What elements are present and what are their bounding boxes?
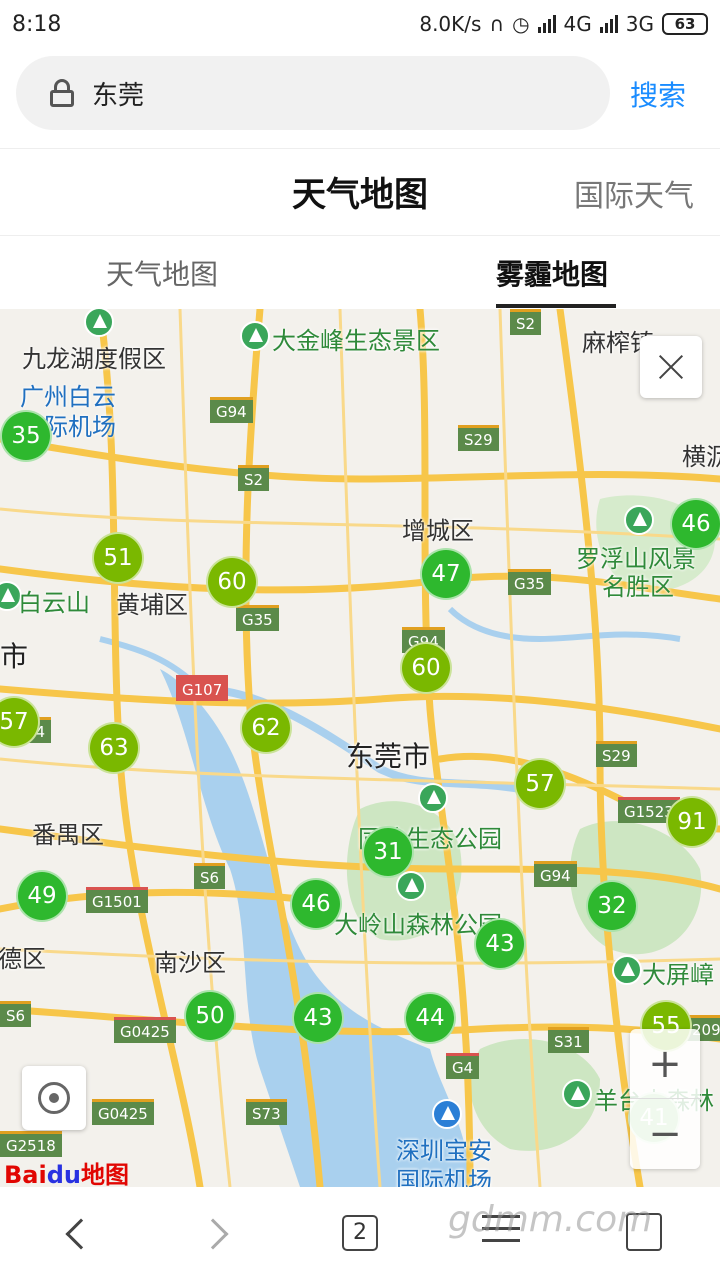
road-shield: G2518 bbox=[0, 1131, 62, 1157]
title-bar: 天气地图 国际天气 bbox=[0, 148, 720, 236]
aqi-marker[interactable]: 91 bbox=[666, 796, 718, 848]
signal-icon-2 bbox=[599, 15, 618, 33]
locate-icon[interactable] bbox=[22, 1066, 86, 1130]
tab-bar: 天气地图 雾霾地图 bbox=[0, 237, 720, 309]
place-label: 国际机场 bbox=[396, 1167, 492, 1187]
aqi-marker[interactable]: 51 bbox=[92, 532, 144, 584]
aqi-marker[interactable]: 46 bbox=[290, 878, 342, 930]
road-shield: G107 bbox=[176, 675, 229, 701]
place-label: 大金峰生态景区 bbox=[272, 327, 440, 355]
road-shield: G4 bbox=[446, 1053, 480, 1079]
place-label: 大屏嶂 bbox=[642, 961, 714, 989]
aqi-marker[interactable]: 50 bbox=[184, 990, 236, 1042]
tabs-button[interactable]: 2 bbox=[342, 1215, 378, 1251]
aqi-marker[interactable]: 31 bbox=[362, 826, 414, 878]
road-shield: G35 bbox=[508, 569, 551, 595]
battery-icon: 63 bbox=[662, 13, 708, 35]
road-shield: G94 bbox=[210, 397, 253, 423]
aqi-marker[interactable]: 60 bbox=[400, 642, 452, 694]
place-label: 黄埔区 bbox=[116, 591, 188, 619]
status-icons: 8.0K/s ∩ ◷ 4G 3G 63 bbox=[419, 12, 708, 36]
watermark: gdmm.com bbox=[448, 1199, 653, 1240]
aqi-marker[interactable]: 43 bbox=[474, 918, 526, 970]
place-label: 名胜区 bbox=[602, 573, 674, 601]
search-button[interactable]: 搜索 bbox=[630, 74, 686, 114]
road-shield: G1501 bbox=[86, 887, 148, 913]
zoom-control: + − bbox=[630, 1029, 700, 1169]
park-icon bbox=[624, 505, 654, 535]
park-icon bbox=[612, 955, 642, 985]
road-shield: G0425 bbox=[114, 1017, 176, 1043]
search-input[interactable]: 东莞 bbox=[92, 75, 144, 112]
network-type-2: 3G bbox=[625, 12, 654, 36]
place-label: 市 bbox=[0, 640, 29, 673]
place-label: 东莞市 bbox=[346, 740, 431, 773]
aqi-marker[interactable]: 46 bbox=[670, 498, 720, 550]
aqi-marker[interactable]: 32 bbox=[586, 880, 638, 932]
park-icon bbox=[396, 871, 426, 901]
place-label: 南沙区 bbox=[154, 949, 226, 977]
road-shield: G35 bbox=[236, 605, 279, 631]
aqi-marker[interactable]: 35 bbox=[0, 410, 52, 462]
park-icon bbox=[562, 1079, 592, 1109]
road-shield: S6 bbox=[0, 1001, 32, 1027]
road-shield: S6 bbox=[194, 863, 226, 889]
aqi-marker[interactable]: 47 bbox=[420, 548, 472, 600]
aqi-marker[interactable]: 43 bbox=[292, 992, 344, 1044]
place-label: 番禺区 bbox=[32, 821, 104, 849]
aqi-marker[interactable]: 57 bbox=[514, 758, 566, 810]
park-icon bbox=[240, 321, 270, 351]
status-time: 8:18 bbox=[12, 11, 62, 37]
tab-weather-map[interactable]: 天气地图 bbox=[106, 253, 218, 293]
road-shield: S29 bbox=[596, 741, 637, 767]
baidu-map-logo: Baidu地图 bbox=[4, 1161, 129, 1187]
place-label: 白云山 bbox=[18, 589, 90, 617]
aqi-marker[interactable]: 60 bbox=[206, 556, 258, 608]
aqi-marker[interactable]: 62 bbox=[240, 702, 292, 754]
alarm-icon: ◷ bbox=[512, 12, 530, 36]
road-shield: G94 bbox=[534, 861, 577, 887]
international-weather-link[interactable]: 国际天气 bbox=[574, 171, 694, 215]
headphone-icon: ∩ bbox=[489, 12, 505, 36]
place-label: 增城区 bbox=[402, 517, 474, 545]
network-speed: 8.0K/s bbox=[419, 12, 482, 36]
road-shield: S31 bbox=[548, 1027, 589, 1053]
back-icon[interactable] bbox=[65, 1218, 97, 1250]
browser-bottom-nav: 2 gdmm.com bbox=[0, 1187, 720, 1280]
aqi-marker[interactable]: 44 bbox=[404, 992, 456, 1044]
aqi-marker[interactable]: 63 bbox=[88, 722, 140, 774]
road-shield: S73 bbox=[246, 1099, 287, 1125]
zoom-in-button[interactable]: + bbox=[630, 1029, 700, 1099]
signal-icon bbox=[537, 15, 556, 33]
tab-haze-map[interactable]: 雾霾地图 bbox=[496, 253, 608, 293]
road-shield: G0425 bbox=[92, 1099, 154, 1125]
forward-icon[interactable] bbox=[197, 1218, 229, 1250]
network-type-1: 4G bbox=[563, 12, 592, 36]
aqi-marker[interactable]: 49 bbox=[16, 870, 68, 922]
park-icon bbox=[418, 783, 448, 813]
status-bar: 8:18 8.0K/s ∩ ◷ 4G 3G 63 bbox=[0, 0, 720, 48]
road-shield: S29 bbox=[458, 425, 499, 451]
place-label: 九龙湖度假区 bbox=[22, 345, 166, 373]
active-tab-indicator bbox=[496, 304, 616, 308]
close-icon[interactable] bbox=[640, 336, 702, 398]
road-shield: S2 bbox=[510, 309, 542, 335]
haze-map[interactable]: 九龙湖度假区 大金峰生态景区 麻榨镇 广州白云 国际机场 横沥 增城区 罗浮山风… bbox=[0, 309, 720, 1187]
lock-icon bbox=[50, 79, 74, 107]
address-bar[interactable]: 东莞 bbox=[16, 56, 610, 130]
airport-icon bbox=[432, 1099, 462, 1129]
place-label: 横沥 bbox=[682, 443, 720, 471]
road-shield: S2 bbox=[238, 465, 270, 491]
zoom-out-button[interactable]: − bbox=[630, 1099, 700, 1169]
place-label: 德区 bbox=[0, 945, 46, 973]
